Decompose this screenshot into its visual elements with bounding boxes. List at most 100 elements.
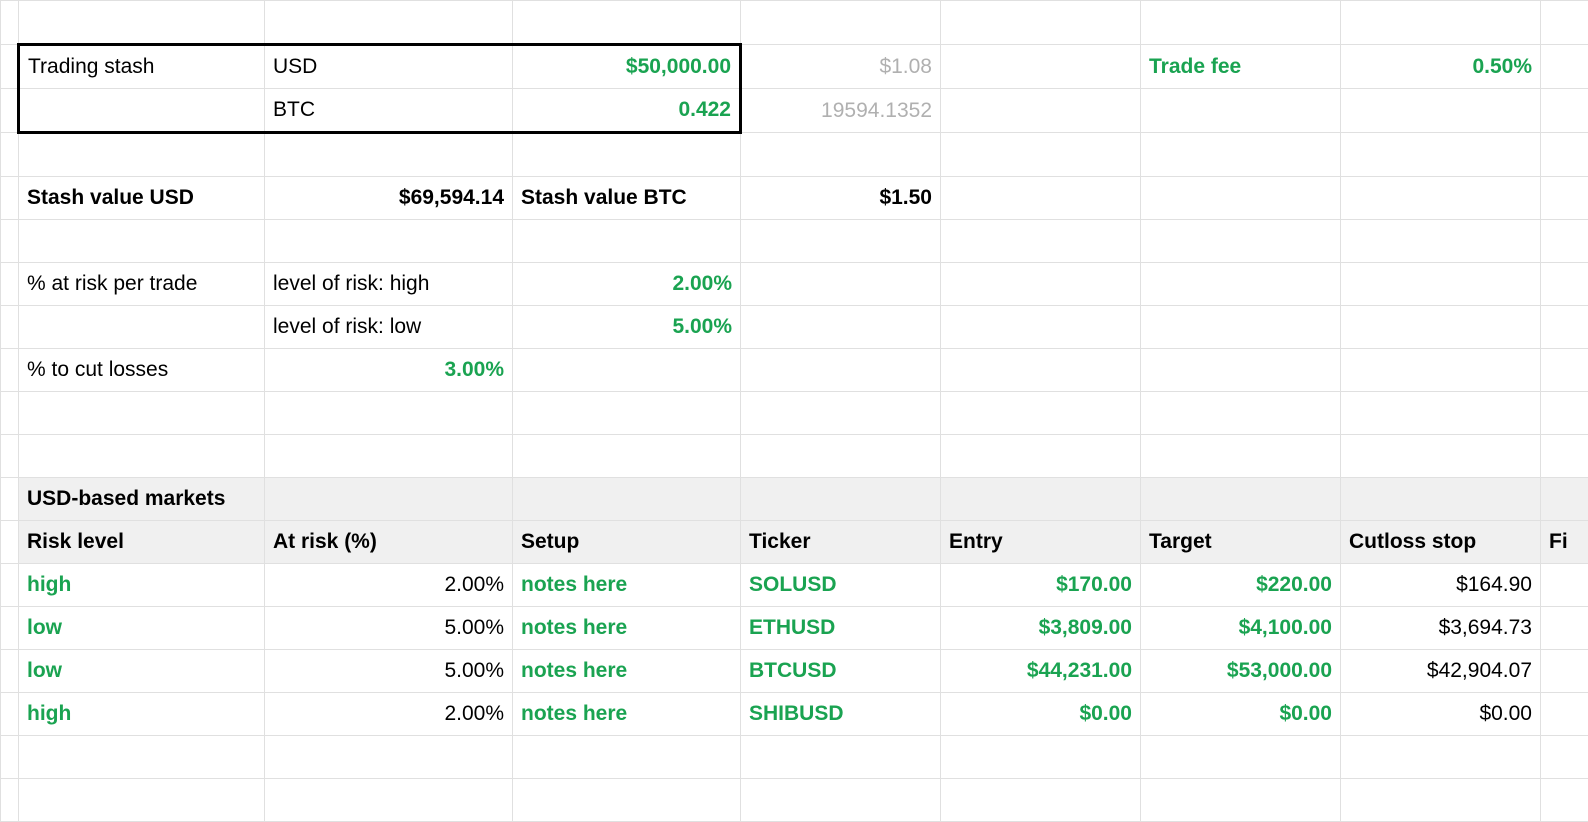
row-setup[interactable]: notes here [513, 693, 741, 736]
table-row[interactable]: high 2.00% notes here SOLUSD $170.00 $22… [1, 564, 1588, 607]
cell[interactable] [1541, 263, 1588, 306]
cell[interactable] [513, 478, 741, 521]
cell[interactable] [941, 349, 1141, 392]
cell[interactable] [19, 306, 265, 349]
row-atrisk[interactable]: 2.00% [265, 564, 513, 607]
col-final[interactable]: Fi [1541, 521, 1588, 564]
cell[interactable] [1541, 779, 1588, 822]
cell[interactable] [941, 220, 1141, 263]
cell[interactable] [1341, 435, 1541, 478]
cut-losses-value[interactable]: 3.00% [265, 349, 513, 392]
cell[interactable] [941, 736, 1141, 779]
row-cutloss[interactable]: $42,904.07 [1341, 650, 1541, 693]
cell[interactable] [1, 220, 19, 263]
cell[interactable] [19, 736, 265, 779]
col-atrisk[interactable]: At risk (%) [265, 521, 513, 564]
cell[interactable] [1141, 478, 1341, 521]
cell[interactable] [1141, 779, 1341, 822]
cell[interactable] [1541, 650, 1588, 693]
row-ticker[interactable]: SOLUSD [741, 564, 941, 607]
cell[interactable] [741, 435, 941, 478]
cell[interactable] [1, 478, 19, 521]
cell[interactable] [1541, 45, 1588, 89]
cell[interactable] [941, 435, 1141, 478]
cell[interactable] [265, 435, 513, 478]
row-entry[interactable]: $3,809.00 [941, 607, 1141, 650]
cell[interactable] [513, 392, 741, 435]
row-risk[interactable]: high [19, 564, 265, 607]
cell[interactable] [941, 478, 1141, 521]
cell[interactable] [741, 736, 941, 779]
cell[interactable] [941, 1, 1141, 45]
cell[interactable] [1341, 89, 1541, 133]
col-target[interactable]: Target [1141, 521, 1341, 564]
stash-usd-label[interactable]: USD [265, 45, 513, 89]
cut-losses-label[interactable]: % to cut losses [19, 349, 265, 392]
cell[interactable] [1, 779, 19, 822]
cell[interactable] [1, 1, 19, 45]
cell[interactable] [1341, 392, 1541, 435]
risk-per-trade-label[interactable]: % at risk per trade [19, 263, 265, 306]
cell[interactable] [941, 45, 1141, 89]
cell[interactable] [19, 392, 265, 435]
cell[interactable] [513, 736, 741, 779]
stash-side-btc[interactable]: 19594.1352 [741, 89, 941, 133]
cell[interactable] [741, 263, 941, 306]
cell[interactable] [513, 220, 741, 263]
cell[interactable] [513, 133, 741, 177]
row-cutloss[interactable]: $0.00 [1341, 693, 1541, 736]
row-setup[interactable]: notes here [513, 650, 741, 693]
cell[interactable] [19, 779, 265, 822]
col-ticker[interactable]: Ticker [741, 521, 941, 564]
cell[interactable] [1141, 306, 1341, 349]
cell[interactable] [741, 349, 941, 392]
cell[interactable] [1, 607, 19, 650]
cell[interactable] [1, 435, 19, 478]
row-entry[interactable]: $0.00 [941, 693, 1141, 736]
col-setup[interactable]: Setup [513, 521, 741, 564]
cell[interactable] [513, 779, 741, 822]
cell[interactable] [941, 177, 1141, 220]
cell[interactable] [1541, 306, 1588, 349]
stash-value-usd[interactable]: $69,594.14 [265, 177, 513, 220]
cell[interactable] [1541, 736, 1588, 779]
cell[interactable] [1, 392, 19, 435]
cell[interactable] [265, 736, 513, 779]
cell[interactable] [1141, 220, 1341, 263]
cell[interactable] [941, 263, 1141, 306]
row-target[interactable]: $4,100.00 [1141, 607, 1341, 650]
cell[interactable] [265, 133, 513, 177]
cell[interactable] [1541, 89, 1588, 133]
cell[interactable] [19, 89, 265, 133]
row-cutloss[interactable]: $164.90 [1341, 564, 1541, 607]
cell[interactable] [941, 306, 1141, 349]
row-risk[interactable]: high [19, 693, 265, 736]
row-atrisk[interactable]: 2.00% [265, 693, 513, 736]
trade-fee-value[interactable]: 0.50% [1341, 45, 1541, 89]
risk-high-label[interactable]: level of risk: high [265, 263, 513, 306]
cell[interactable] [513, 1, 741, 45]
cell[interactable] [1341, 306, 1541, 349]
cell[interactable] [1541, 220, 1588, 263]
row-entry[interactable]: $44,231.00 [941, 650, 1141, 693]
cell[interactable] [741, 1, 941, 45]
row-entry[interactable]: $170.00 [941, 564, 1141, 607]
col-cutloss[interactable]: Cutloss stop [1341, 521, 1541, 564]
row-target[interactable]: $53,000.00 [1141, 650, 1341, 693]
risk-high-value[interactable]: 2.00% [513, 263, 741, 306]
cell[interactable] [1, 45, 19, 89]
stash-side-usd[interactable]: $1.08 [741, 45, 941, 89]
stash-value-btc-label[interactable]: Stash value BTC [513, 177, 741, 220]
row-atrisk[interactable]: 5.00% [265, 607, 513, 650]
cell[interactable] [1141, 263, 1341, 306]
cell[interactable] [1341, 736, 1541, 779]
cell[interactable] [1341, 1, 1541, 45]
cell[interactable] [513, 349, 741, 392]
cell[interactable] [1141, 1, 1341, 45]
cell[interactable] [1141, 736, 1341, 779]
section-title[interactable]: USD-based markets [19, 478, 265, 521]
row-target[interactable]: $0.00 [1141, 693, 1341, 736]
stash-btc-label[interactable]: BTC [265, 89, 513, 133]
cell[interactable] [1341, 220, 1541, 263]
stash-value-btc[interactable]: $1.50 [741, 177, 941, 220]
